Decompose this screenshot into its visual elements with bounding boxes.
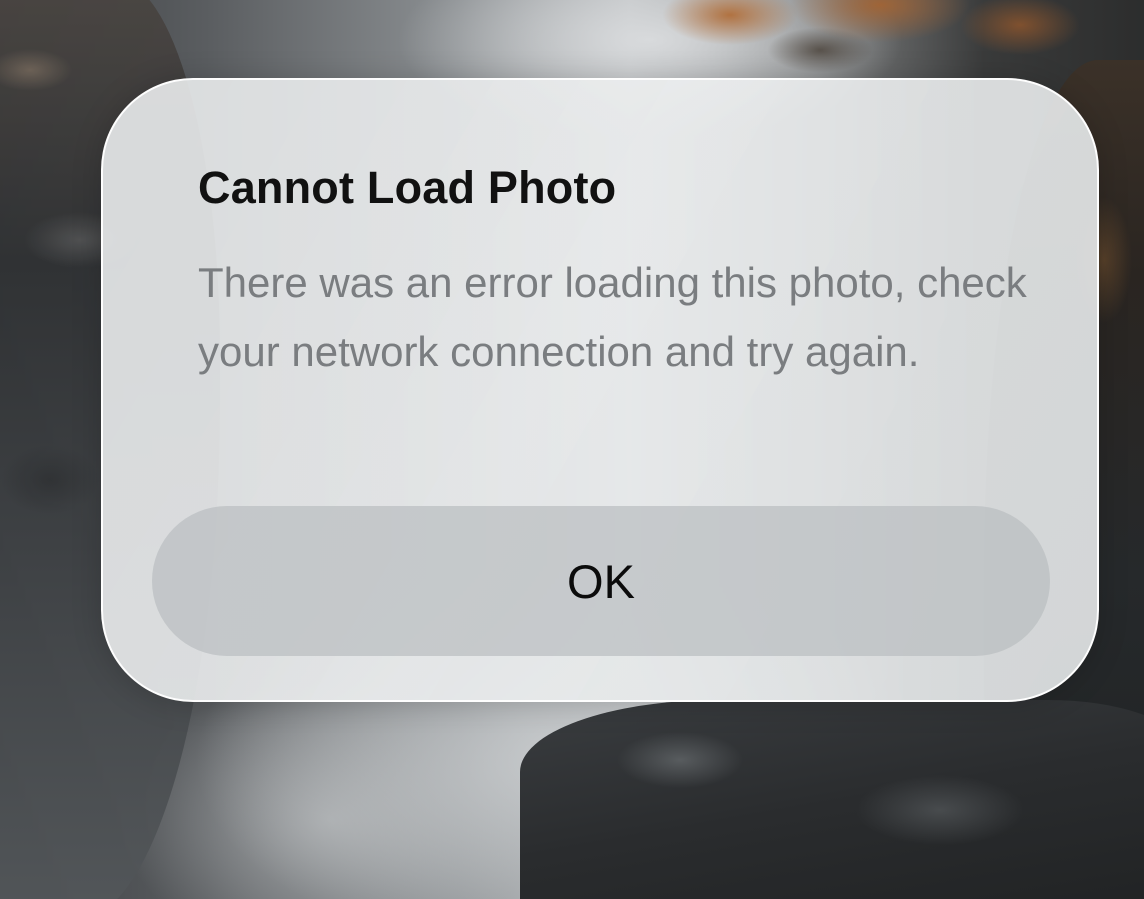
background-rocks-bottom [520,700,1144,899]
error-alert-dialog: Cannot Load Photo There was an error loa… [101,78,1099,702]
ok-button[interactable]: OK [152,506,1050,656]
alert-message: There was an error loading this photo, c… [198,259,1027,375]
alert-title: Cannot Load Photo [198,162,617,213]
